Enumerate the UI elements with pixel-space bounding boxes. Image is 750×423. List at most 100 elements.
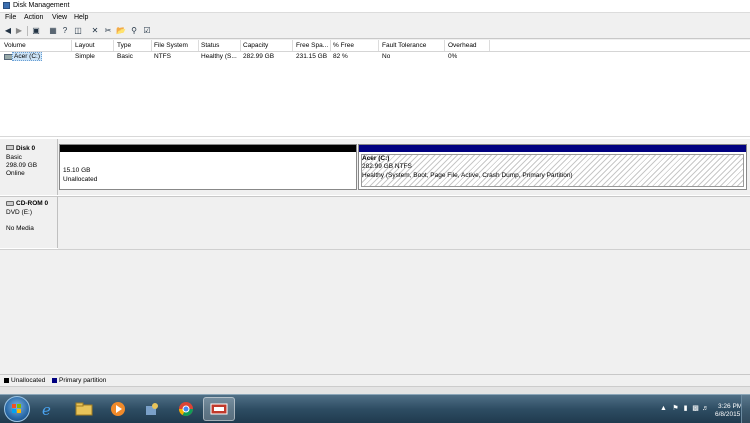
hard-disk-icon [6, 145, 14, 150]
show-hide-pane-icon[interactable]: ▣ [31, 26, 41, 36]
cell-volume[interactable]: Acer (C:) [12, 52, 42, 61]
svg-text:e: e [42, 401, 51, 417]
checklist-icon[interactable]: ☑ [142, 26, 152, 36]
col-volume[interactable]: Volume [4, 42, 70, 49]
chrome-icon[interactable] [172, 397, 200, 421]
partition-unallocated[interactable]: 15.10 GB Unallocated [59, 144, 357, 190]
menu-help[interactable]: Help [74, 14, 88, 21]
col-divider[interactable] [151, 40, 152, 51]
properties-icon[interactable]: ▦ [48, 26, 58, 36]
start-button[interactable] [4, 396, 30, 422]
legend: Unallocated Primary partition [0, 374, 750, 386]
menu-view[interactable]: View [52, 14, 67, 21]
search-icon[interactable]: ⚲ [129, 26, 139, 36]
cd-drive-icon [6, 201, 14, 206]
windows-logo-icon [12, 404, 22, 414]
menu-action[interactable]: Action [24, 14, 43, 21]
internet-explorer-icon[interactable]: e [34, 397, 62, 421]
legend-swatch-unallocated [4, 378, 9, 383]
cell-capacity: 282.99 GB [243, 53, 275, 60]
col-layout[interactable]: Layout [75, 42, 113, 49]
disk-state: No Media [6, 225, 34, 232]
network-icon[interactable]: ▩ [692, 405, 699, 412]
disk-size: 298.09 GB [6, 162, 38, 169]
forward-arrow-icon[interactable]: ▶ [14, 26, 24, 36]
cell-pct-free: 82 % [333, 53, 348, 60]
system-tray: ▲ ⚑ ▮ ▩ ♬ 3:26 PM 6/8/2015 [600, 395, 750, 423]
col-divider[interactable] [489, 40, 490, 51]
partition-title: Acer (C:) [362, 155, 390, 162]
col-capacity[interactable]: Capacity [243, 42, 292, 49]
partition-status: Healthy (System, Boot, Page File, Active… [362, 172, 573, 179]
user-admin-tool-icon[interactable] [138, 397, 166, 421]
battery-icon[interactable]: ▮ [682, 405, 689, 412]
menu-file[interactable]: File [5, 14, 16, 21]
show-hidden-icons[interactable]: ▲ [660, 405, 667, 412]
col-divider[interactable] [330, 40, 331, 51]
disk-state: Online [6, 170, 25, 177]
title-bar[interactable]: Disk Management [0, 0, 750, 13]
col-fault-tolerance[interactable]: Fault Tolerance [382, 42, 444, 49]
col-divider[interactable] [71, 40, 72, 51]
show-desktop-button[interactable] [741, 395, 750, 423]
app-icon [3, 2, 10, 9]
col-divider[interactable] [292, 40, 293, 51]
col-file-system[interactable]: File System [154, 42, 198, 49]
clock-date[interactable]: 6/8/2015 [715, 411, 740, 418]
col-divider[interactable] [198, 40, 199, 51]
cdrom-0-label[interactable]: CD-ROM 0 DVD (E:) No Media [0, 196, 58, 248]
graphical-view: Disk 0 Basic 298.09 GB Online 15.10 GB U… [0, 137, 750, 373]
col-pct-free[interactable]: % Free [333, 42, 377, 49]
legend-label-unallocated: Unallocated [11, 377, 46, 384]
disk-0-row: Disk 0 Basic 298.09 GB Online 15.10 GB U… [0, 139, 750, 195]
disk-0-label[interactable]: Disk 0 Basic 298.09 GB Online [0, 139, 58, 195]
primary-color-bar [359, 145, 746, 152]
open-folder-icon[interactable]: 📂 [116, 26, 126, 36]
disk-type: DVD (E:) [6, 209, 32, 216]
col-overhead[interactable]: Overhead [448, 42, 488, 49]
cell-status: Healthy (S... [201, 53, 237, 60]
volume-list-header: Volume Layout Type File System Status Ca… [0, 40, 750, 52]
col-type[interactable]: Type [117, 42, 151, 49]
disk-management-taskbar-button[interactable] [203, 397, 235, 421]
menu-bar: File Action View Help [0, 13, 750, 24]
cell-type: Basic [117, 53, 133, 60]
table-row[interactable]: Acer (C:) Simple Basic NTFS Healthy (S..… [0, 52, 750, 61]
partition-size: 15.10 GB [63, 167, 91, 174]
col-divider[interactable] [113, 40, 114, 51]
col-status[interactable]: Status [201, 42, 240, 49]
partition-size: 282.99 GB NTFS [362, 163, 412, 170]
legend-swatch-primary [52, 378, 57, 383]
window-title: Disk Management [13, 2, 70, 9]
back-arrow-icon[interactable]: ◀ [3, 26, 13, 36]
file-explorer-icon[interactable] [70, 397, 98, 421]
taskbar: e ▲ ⚑ ▮ ▩ ♬ 3:26 PM 6/8/2015 [0, 394, 750, 423]
help-icon[interactable]: ? [60, 26, 70, 36]
cut-icon[interactable]: ✂ [103, 26, 113, 36]
clock-time[interactable]: 3:26 PM [718, 403, 742, 410]
legend-label-primary: Primary partition [59, 377, 107, 384]
toolbar: ◀ ▶ ▣ ▦ ? ◫ ✕ ✂ 📂 ⚲ ☑ [0, 24, 750, 39]
cell-fault-tolerance: No [382, 53, 391, 60]
volume-list: Volume Layout Type File System Status Ca… [0, 40, 750, 137]
mmc-icon[interactable]: ◫ [73, 26, 83, 36]
disk-type: Basic [6, 154, 22, 161]
col-divider[interactable] [378, 40, 379, 51]
action-center-icon[interactable]: ⚑ [672, 405, 679, 412]
toolbar-separator [27, 26, 28, 36]
cell-overhead: 0% [448, 53, 458, 60]
cell-free-space: 231.15 GB [296, 53, 328, 60]
cdrom-0-row: CD-ROM 0 DVD (E:) No Media [0, 196, 750, 249]
cell-file-system: NTFS [154, 53, 171, 60]
col-divider[interactable] [240, 40, 241, 51]
partition-primary-c[interactable]: Acer (C:) 282.99 GB NTFS Healthy (System… [358, 144, 747, 190]
disk-management-window: Disk Management File Action View Help ◀ … [0, 0, 750, 394]
status-bar [0, 386, 750, 394]
graph-empty-area [0, 249, 750, 373]
media-player-icon[interactable] [104, 397, 132, 421]
volume-icon[interactable]: ♬ [702, 405, 709, 412]
col-free-space[interactable]: Free Spa... [296, 42, 329, 49]
col-divider[interactable] [444, 40, 445, 51]
disk-name: Disk 0 [16, 145, 36, 152]
delete-icon[interactable]: ✕ [90, 26, 100, 36]
